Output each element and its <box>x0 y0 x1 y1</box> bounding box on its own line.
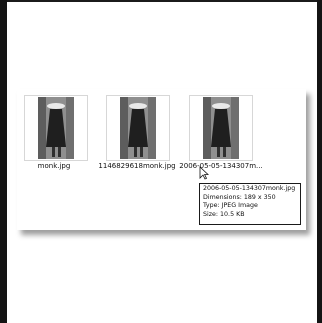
monk-photo-thumbnail <box>38 97 74 159</box>
file-name-2[interactable]: 1146829618monk.jpg <box>92 162 182 170</box>
window-right-border <box>317 0 322 323</box>
window-left-border <box>0 0 7 323</box>
file-info-tooltip: 2006-05-05-134307monk.jpg Dimensions: 18… <box>199 183 301 225</box>
file-thumbnail-1[interactable] <box>24 95 88 161</box>
window-top-border <box>0 0 322 2</box>
tooltip-dimensions: Dimensions: 189 x 350 <box>203 193 276 201</box>
file-thumbnail-3[interactable] <box>189 95 253 161</box>
file-name-3[interactable]: 2006-05-05-134307m... <box>176 162 266 170</box>
arrow-cursor-icon <box>199 166 209 180</box>
tooltip-filename: 2006-05-05-134307monk.jpg <box>203 185 296 192</box>
monk-photo-thumbnail <box>120 97 156 159</box>
tooltip-type: Type: JPEG Image <box>203 202 258 210</box>
monk-photo-thumbnail <box>203 97 239 159</box>
file-name-1[interactable]: monk.jpg <box>9 162 99 170</box>
tooltip-size: Size: 10.5 KB <box>203 210 245 218</box>
file-thumbnail-2[interactable] <box>106 95 170 161</box>
file-browser-window: monk.jpg 1146829618monk.jpg 2006-05-05-1… <box>0 0 322 323</box>
